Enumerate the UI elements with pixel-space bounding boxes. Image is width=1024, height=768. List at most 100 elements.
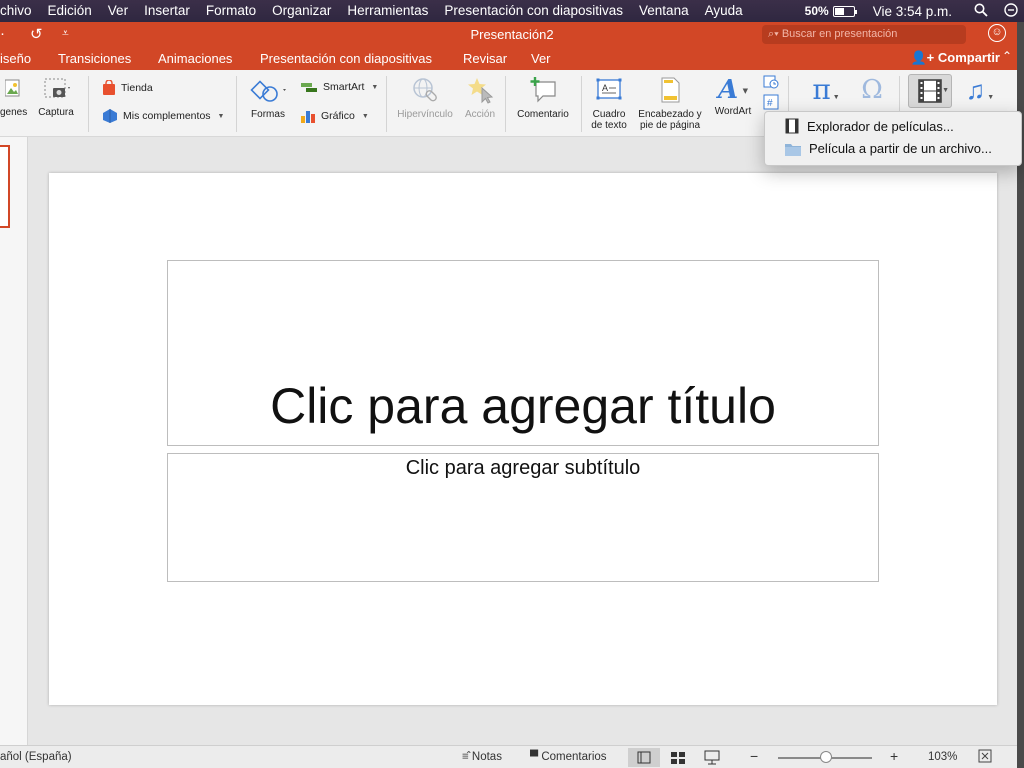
menu-insertar[interactable]: Insertar <box>136 0 198 22</box>
normal-view-button[interactable] <box>628 748 660 767</box>
ecuacion-button[interactable]: π ▼ <box>804 76 848 104</box>
slide-canvas: Clic para agregar título Clic para agreg… <box>49 173 997 705</box>
wordart-a-icon: A ▼ <box>717 75 748 105</box>
zoom-level[interactable]: 103% <box>928 751 957 763</box>
subtitle-placeholder[interactable]: Clic para agregar subtítulo <box>167 453 879 582</box>
ribbon-separator <box>236 76 237 132</box>
search-input[interactable]: ⌕▾ Buscar en presentación <box>762 25 966 44</box>
menu-ayuda[interactable]: Ayuda <box>697 0 751 22</box>
subtitle-placeholder-text: Clic para agregar subtítulo <box>405 457 641 479</box>
tab-ver[interactable]: Ver <box>531 51 551 66</box>
captura-button[interactable]: Captura <box>34 78 78 118</box>
tab-transiciones[interactable]: Transiciones <box>58 51 131 66</box>
menu-archivo[interactable]: chivo <box>0 0 40 22</box>
tab-diseno[interactable]: iseño <box>0 51 31 66</box>
ribbon-separator <box>581 76 582 132</box>
slide-thumbnail-1[interactable] <box>0 145 10 228</box>
chart-icon <box>301 111 315 123</box>
accion-button[interactable]: Acción <box>460 76 500 120</box>
comentarios-button[interactable]: ▀ Comentarios <box>530 751 607 763</box>
slide-sorter-icon <box>671 752 685 764</box>
title-placeholder-text: Clic para agregar título <box>270 378 776 434</box>
pi-equation-icon: π <box>812 73 831 106</box>
zoom-in-button[interactable]: + <box>890 748 898 764</box>
fecha-hora-button[interactable] <box>762 74 780 93</box>
slideshow-icon <box>704 750 720 765</box>
comentario-button[interactable]: Comentario <box>510 76 576 120</box>
slide-number-icon: # <box>763 94 779 110</box>
comments-icon: ▀ <box>530 751 542 763</box>
zoom-slider-knob[interactable] <box>820 751 832 763</box>
notes-icon: ≡̂ <box>462 751 472 763</box>
picture-icon <box>4 79 20 97</box>
battery-icon[interactable] <box>832 5 857 17</box>
video-dropdown-menu: Explorador de películas... Película a pa… <box>764 111 1022 166</box>
omega-symbol-icon: Ω <box>861 75 883 105</box>
tab-revisar[interactable]: Revisar <box>463 51 507 66</box>
formas-button[interactable]: Formas <box>246 76 290 120</box>
hyperlink-globe-icon <box>413 78 437 102</box>
language-status[interactable]: añol (España) <box>0 751 72 763</box>
ribbon-tabs: iseño Transiciones Animaciones Presentac… <box>0 46 1024 70</box>
svg-text:#: # <box>767 98 773 109</box>
simbolo-button[interactable]: Ω <box>856 76 888 104</box>
tab-presentacion[interactable]: Presentación con diapositivas <box>260 51 432 66</box>
tab-animaciones[interactable]: Animaciones <box>158 51 232 66</box>
ribbon-separator <box>88 76 89 132</box>
notification-center-icon[interactable] <box>1004 2 1018 20</box>
menu-presentacion[interactable]: Presentación con diapositivas <box>436 0 631 22</box>
window-title-bar: · ↺ ⩡ Presentación2 ⌕▾ Buscar en present… <box>0 22 1024 46</box>
hipervinculo-button[interactable]: Hipervínculo <box>392 76 458 120</box>
title-placeholder[interactable]: Clic para agregar título <box>167 260 879 446</box>
wordart-button[interactable]: A ▼ WordArt <box>708 76 758 117</box>
imagenes-button[interactable]: genes <box>0 78 30 118</box>
slide-sorter-button[interactable] <box>662 748 694 767</box>
audio-button[interactable]: ♫ ▼ <box>958 76 1002 104</box>
battery-percent: 50% <box>804 4 829 18</box>
movie-from-file-item[interactable]: Película a partir de un archivo... <box>785 141 992 156</box>
store-bag-icon <box>103 80 115 95</box>
video-button[interactable]: ▼ <box>908 74 952 108</box>
slideshow-view-button[interactable] <box>696 748 728 767</box>
menu-herramientas[interactable]: Herramientas <box>339 0 436 22</box>
menu-edicion[interactable]: Edición <box>40 0 100 22</box>
movie-browser-item[interactable]: Explorador de películas... <box>785 118 954 134</box>
cuadro-de-texto-button[interactable]: A Cuadro de texto <box>586 76 632 131</box>
ribbon-separator <box>386 76 387 132</box>
smartart-icon <box>301 83 317 92</box>
status-bar: añol (España) ≡̂ Notas ▀ Comentarios − +… <box>0 745 1017 768</box>
header-footer-icon <box>661 77 680 103</box>
add-person-icon: 👤+ <box>910 50 935 65</box>
menu-organizar[interactable]: Organizar <box>264 0 339 22</box>
menubar-clock[interactable]: Vie 3:54 p.m. <box>873 4 952 19</box>
spotlight-search-icon[interactable] <box>974 3 988 20</box>
encabezado-pie-button[interactable]: Encabezado y pie de página <box>634 76 706 131</box>
action-star-icon <box>468 78 494 104</box>
normal-view-icon <box>637 751 651 764</box>
slide-thumbnail-pane <box>0 137 28 745</box>
svg-text:A: A <box>602 83 608 93</box>
tienda-button[interactable]: Tienda <box>102 80 153 96</box>
menu-ver[interactable]: Ver <box>100 0 136 22</box>
search-icon: ⌕▾ <box>768 28 782 40</box>
ribbon-separator <box>505 76 506 132</box>
addins-icon <box>103 109 117 123</box>
zoom-out-button[interactable]: − <box>750 748 758 764</box>
fit-to-window-icon[interactable] <box>978 749 992 766</box>
smartart-button[interactable]: SmartArt ▼ <box>300 80 378 94</box>
macos-menu-bar: chivo Edición Ver Insertar Formato Organ… <box>0 0 1024 22</box>
menu-formato[interactable]: Formato <box>198 0 264 22</box>
date-time-icon <box>763 75 779 89</box>
shapes-icon <box>250 80 286 102</box>
collapse-ribbon-icon[interactable]: ⌃ <box>1002 49 1012 63</box>
mis-complementos-button[interactable]: Mis complementos ▼ <box>102 108 224 124</box>
notas-button[interactable]: ≡̂ Notas <box>462 751 502 763</box>
menu-ventana[interactable]: Ventana <box>631 0 697 22</box>
share-button[interactable]: 👤+ Compartir <box>910 50 1000 66</box>
grafico-button[interactable]: Gráfico ▼ <box>300 108 369 124</box>
textbox-icon: A <box>596 78 622 100</box>
editor-work-area: Clic para agregar título Clic para agreg… <box>0 137 1017 745</box>
folder-icon <box>785 143 801 156</box>
music-note-icon: ♫ <box>965 75 986 105</box>
feedback-smiley-icon[interactable]: ☺ <box>988 24 1006 42</box>
